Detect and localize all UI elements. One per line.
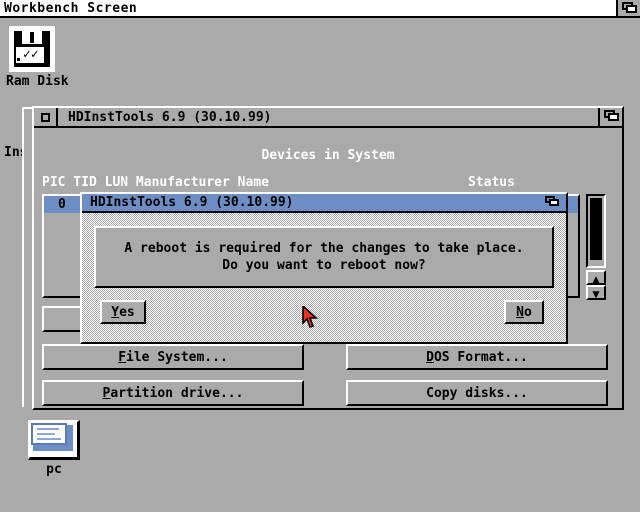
floppy-shutter-slot bbox=[30, 32, 34, 43]
close-icon[interactable] bbox=[34, 108, 58, 126]
file-system-button[interactable]: File System... bbox=[42, 344, 304, 370]
drawer-front bbox=[31, 423, 67, 445]
requester-message-line-2: Do you want to reboot now? bbox=[222, 258, 426, 273]
desktop-icon-ram-disk[interactable]: ✓✓ Ram Disk bbox=[6, 26, 69, 89]
requester-title: HDInstTools 6.9 (30.10.99) bbox=[90, 195, 294, 210]
requester-message-line-1: A reboot is required for the changes to … bbox=[124, 241, 524, 256]
window-title: HDInstTools 6.9 (30.10.99) bbox=[68, 110, 272, 125]
desktop-icon-label: Ram Disk bbox=[6, 74, 69, 89]
depth-front-rect bbox=[549, 199, 559, 206]
floppy-disk-icon: ✓✓ bbox=[9, 26, 55, 72]
file-system-button-label: File System... bbox=[118, 349, 228, 365]
scroll-down-glyph: ▼ bbox=[592, 287, 600, 301]
scrollbar-thumb[interactable] bbox=[590, 198, 602, 260]
devices-panel-heading: Devices in System bbox=[261, 148, 395, 163]
drawer-line bbox=[37, 438, 61, 440]
copy-disks-button-label: Copy disks... bbox=[426, 385, 528, 401]
copy-disks-button[interactable]: Copy disks... bbox=[346, 380, 608, 406]
no-button-label: No bbox=[516, 304, 532, 320]
depth-front-rect bbox=[608, 113, 619, 121]
dos-format-button[interactable]: DOS Format... bbox=[346, 344, 608, 370]
requester-message-panel: A reboot is required for the changes to … bbox=[94, 226, 554, 288]
checkmark-icon: ✓✓ bbox=[23, 47, 39, 62]
close-box bbox=[41, 113, 50, 122]
list-column-headers: PIC TID LUN Manufacturer Name bbox=[42, 175, 269, 190]
floppy-write-notch bbox=[17, 58, 20, 61]
list-scrollbar[interactable] bbox=[586, 194, 606, 268]
yes-button[interactable]: Yes bbox=[100, 300, 146, 324]
no-button[interactable]: No bbox=[504, 300, 544, 324]
scroll-up-glyph: ▲ bbox=[592, 272, 600, 286]
desktop-icon-pc[interactable]: pc bbox=[24, 420, 84, 477]
scroll-down-arrow-icon[interactable]: ▼ bbox=[586, 285, 606, 301]
screen-title: Workbench Screen bbox=[4, 1, 138, 16]
reboot-requester: HDInstTools 6.9 (30.10.99) A reboot is r… bbox=[80, 192, 568, 344]
partition-drive-button[interactable]: Partition drive... bbox=[42, 380, 304, 406]
drawer-icon bbox=[28, 420, 80, 460]
window-titlebar[interactable]: HDInstTools 6.9 (30.10.99) bbox=[34, 108, 622, 128]
drawer-line bbox=[37, 428, 59, 430]
scroll-up-arrow-icon[interactable]: ▲ bbox=[586, 270, 606, 286]
drawer-line bbox=[37, 433, 55, 435]
window-depth-gadget-icon[interactable] bbox=[598, 108, 622, 126]
screen-titlebar[interactable]: Workbench Screen bbox=[0, 0, 640, 18]
arrow-pointer-icon bbox=[302, 306, 319, 329]
row-cell-pic: 0 bbox=[58, 197, 66, 212]
workbench-screen: Workbench Screen ✓✓ Ram Disk Ins pc HDIn… bbox=[0, 0, 640, 512]
requester-titlebar[interactable]: HDInstTools 6.9 (30.10.99) bbox=[82, 194, 566, 213]
list-column-header-status: Status bbox=[468, 175, 515, 190]
requester-depth-gadget-icon[interactable] bbox=[542, 195, 564, 210]
dos-format-button-label: DOS Format... bbox=[426, 349, 528, 365]
screen-depth-gadget-icon[interactable] bbox=[616, 0, 640, 16]
yes-button-label: Yes bbox=[111, 304, 135, 320]
desktop-icon-label: pc bbox=[46, 462, 62, 477]
depth-front-rect bbox=[626, 5, 637, 13]
partition-drive-button-label: Partition drive... bbox=[102, 385, 244, 401]
